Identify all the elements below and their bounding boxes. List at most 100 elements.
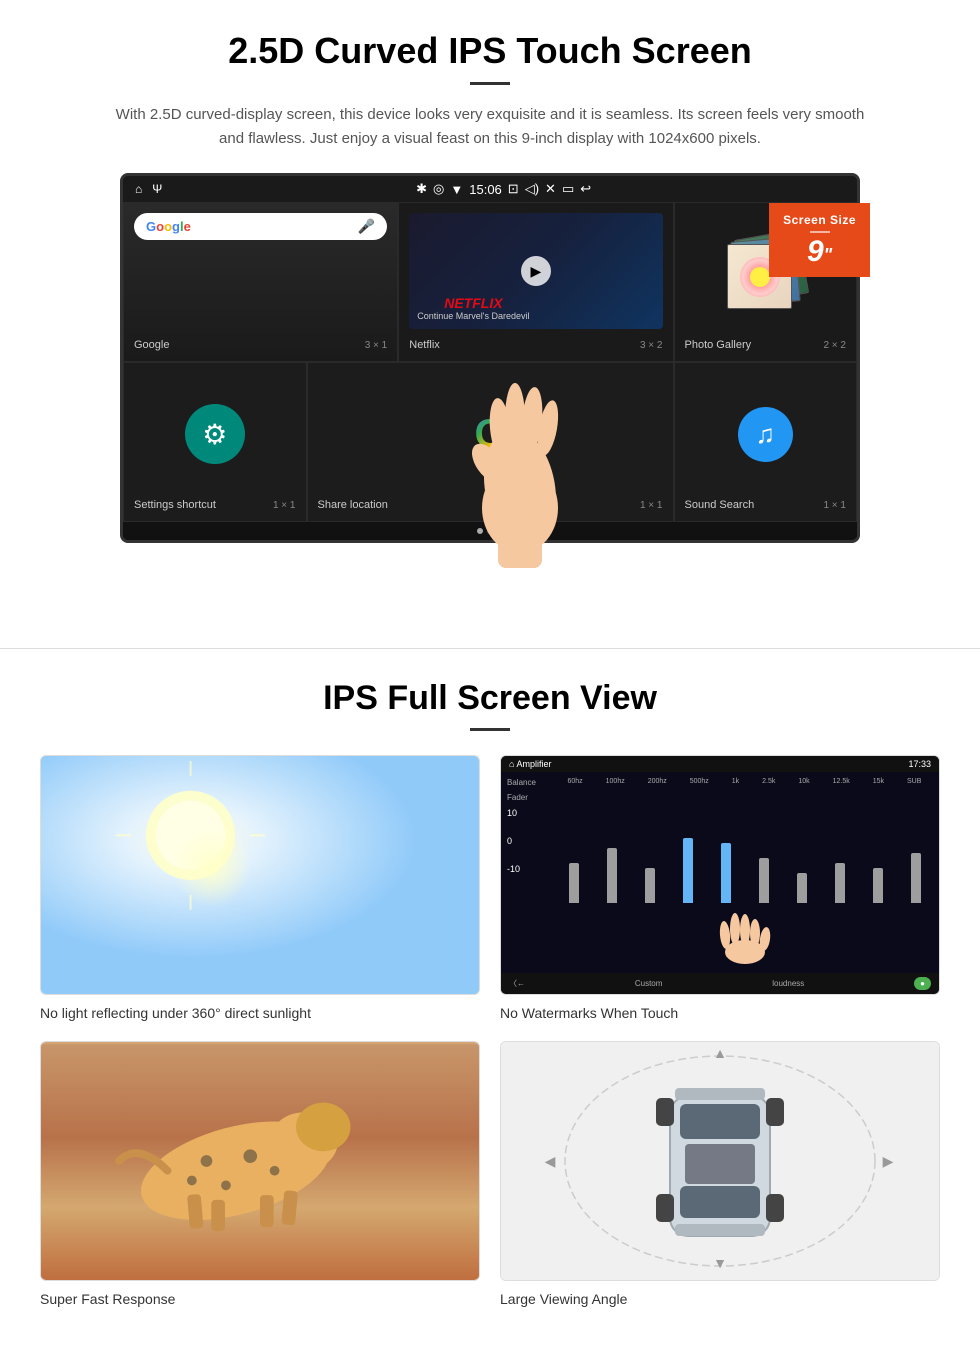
google-label: Google (134, 339, 169, 351)
sunlight-svg (41, 756, 479, 994)
car-visual: ▲ ▼ ◀ ▶ (501, 1042, 939, 1280)
feature-equalizer: ⌂ Amplifier 17:33 Balance Fader 10 0 -10 (500, 755, 940, 1021)
equalizer-visual: ⌂ Amplifier 17:33 Balance Fader 10 0 -10 (501, 756, 939, 994)
eq-hand-area (556, 907, 933, 967)
eq-sidebar: Balance Fader 10 0 -10 (507, 778, 552, 967)
netflix-brand: NETFLIX Continue Marvel's Daredevil (417, 295, 529, 321)
eq-bar-2_5k (759, 858, 769, 903)
sunlight-visual (41, 756, 479, 994)
app-cell-share[interactable]: G Share location 1 × 1 (307, 362, 674, 522)
eq-mode: Custom (635, 979, 663, 988)
feature-grid: No light reflecting under 360° direct su… (40, 755, 940, 1307)
eq-bars-area: 60hz 100hz 200hz 500hz 1k 2.5k 10k 12.5k… (556, 778, 933, 967)
app-cell-google[interactable]: Google 🎤 Google 3 × 1 (123, 202, 398, 362)
app-cell-settings[interactable]: ⚙ Settings shortcut 1 × 1 (123, 362, 307, 522)
eq-home-icon: ⌂ Amplifier (509, 759, 551, 769)
equalizer-image: ⌂ Amplifier 17:33 Balance Fader 10 0 -10 (500, 755, 940, 995)
netflix-subtitle: Continue Marvel's Daredevil (417, 311, 529, 321)
share-content: G (318, 373, 663, 495)
svg-text:◀: ◀ (545, 1153, 556, 1169)
eq-bars-container (556, 789, 933, 903)
dot-2 (487, 528, 493, 534)
eq-freq-labels: 60hz 100hz 200hz 500hz 1k 2.5k 10k 12.5k… (556, 778, 933, 785)
netflix-logo: NETFLIX (417, 295, 529, 311)
google-g-icon: G (474, 412, 505, 457)
volume-icon: ◁) (525, 181, 539, 197)
status-left-icons: ⌂ Ψ (135, 182, 162, 196)
gallery-label: Photo Gallery (685, 339, 752, 351)
window-icon: ▭ (562, 181, 574, 197)
section-divider-line (0, 648, 980, 649)
eq-time: 17:33 (908, 759, 931, 769)
gallery-size: 2 × 2 (823, 340, 846, 351)
device-mockup: Screen Size 9" ⌂ Ψ ✱ ◎ ▼ 15:06 ⊡ ◁) (120, 173, 860, 543)
google-logo: Google (146, 219, 191, 234)
eq-hand-svg (705, 907, 785, 967)
gallery-cell-footer: Photo Gallery 2 × 2 (685, 335, 847, 351)
dot-3 (497, 528, 503, 534)
home-icon: ⌂ (135, 182, 142, 196)
eq-back-icon: 〈← (509, 978, 525, 989)
feature-sunlight: No light reflecting under 360° direct su… (40, 755, 480, 1021)
eq-bar-100hz (607, 848, 617, 903)
settings-size: 1 × 1 (273, 500, 296, 511)
eq-neg10-label: -10 (507, 864, 552, 874)
share-cell-footer: Share location 1 × 1 (318, 495, 663, 511)
title-divider (470, 82, 510, 85)
loudness-toggle[interactable]: ● (914, 977, 931, 990)
section2-title-divider (470, 728, 510, 731)
section2-title: IPS Full Screen View (40, 679, 940, 718)
section1-description: With 2.5D curved-display screen, this de… (110, 103, 870, 151)
settings-cell-footer: Settings shortcut 1 × 1 (134, 495, 296, 511)
eq-loudness-label: loudness (772, 979, 804, 988)
app-grid-row1: Google 🎤 Google 3 × 1 ▶ NETFLIX (123, 202, 857, 362)
settings-label: Settings shortcut (134, 499, 216, 511)
eq-bar-500hz (683, 838, 693, 903)
app-grid-row2: ⚙ Settings shortcut 1 × 1 G Share locati… (123, 362, 857, 522)
car-caption: Large Viewing Angle (500, 1291, 940, 1307)
camera-icon: ⊡ (508, 181, 519, 197)
section1-title: 2.5D Curved IPS Touch Screen (40, 30, 940, 72)
eq-content: Balance Fader 10 0 -10 60hz 100hz 200hz (501, 772, 939, 973)
cheetah-caption: Super Fast Response (40, 1291, 480, 1307)
sound-cell-footer: Sound Search 1 × 1 (685, 495, 847, 511)
eq-bar-15k (873, 868, 883, 903)
google-search-bar[interactable]: Google 🎤 (134, 213, 387, 240)
sunlight-caption: No light reflecting under 360° direct su… (40, 1005, 480, 1021)
mic-icon: 🎤 (358, 218, 375, 235)
pagination-dots (123, 522, 857, 540)
svg-text:▶: ▶ (883, 1153, 894, 1169)
share-label: Share location (318, 499, 388, 511)
sound-content: ♫ (685, 373, 847, 495)
netflix-label: Netflix (409, 339, 440, 351)
status-center-icons: ✱ ◎ ▼ 15:06 ⊡ ◁) ✕ ▭ ↩ (416, 181, 591, 197)
app-cell-netflix[interactable]: ▶ NETFLIX Continue Marvel's Daredevil Ne… (398, 202, 673, 362)
eq-bar-1k (721, 843, 731, 903)
back-icon: ↩ (580, 181, 591, 197)
eq-footer: 〈← Custom loudness ● (501, 973, 939, 994)
section-curved-screen: 2.5D Curved IPS Touch Screen With 2.5D c… (0, 0, 980, 568)
netflix-play-button[interactable]: ▶ (521, 256, 551, 286)
eq-bar-200hz (645, 868, 655, 903)
netflix-cell-footer: Netflix 3 × 2 (409, 335, 662, 351)
badge-divider (810, 231, 830, 233)
settings-icon-wrap: ⚙ (134, 373, 296, 495)
time-display: 15:06 (469, 182, 502, 197)
wifi-icon: ▼ (450, 182, 463, 197)
app-cell-sound[interactable]: ♫ Sound Search 1 × 1 (674, 362, 858, 522)
eq-bar-sub (911, 853, 921, 903)
cheetah-visual (41, 1042, 479, 1280)
eq-0-label: 0 (507, 836, 552, 846)
eq-10-label: 10 (507, 808, 552, 818)
svg-text:▲: ▲ (713, 1046, 727, 1061)
section-ips-view: IPS Full Screen View (0, 679, 980, 1347)
badge-size: 9" (783, 237, 856, 267)
settings-icon: ⚙ (185, 404, 245, 464)
sound-icon: ♫ (738, 407, 793, 462)
close-icon: ✕ (545, 181, 556, 197)
google-cell-footer: Google 3 × 1 (134, 335, 387, 351)
share-size: 1 × 1 (640, 500, 663, 511)
usb-icon: Ψ (152, 182, 162, 196)
feature-cheetah: Super Fast Response (40, 1041, 480, 1307)
netflix-size: 3 × 2 (640, 340, 663, 351)
